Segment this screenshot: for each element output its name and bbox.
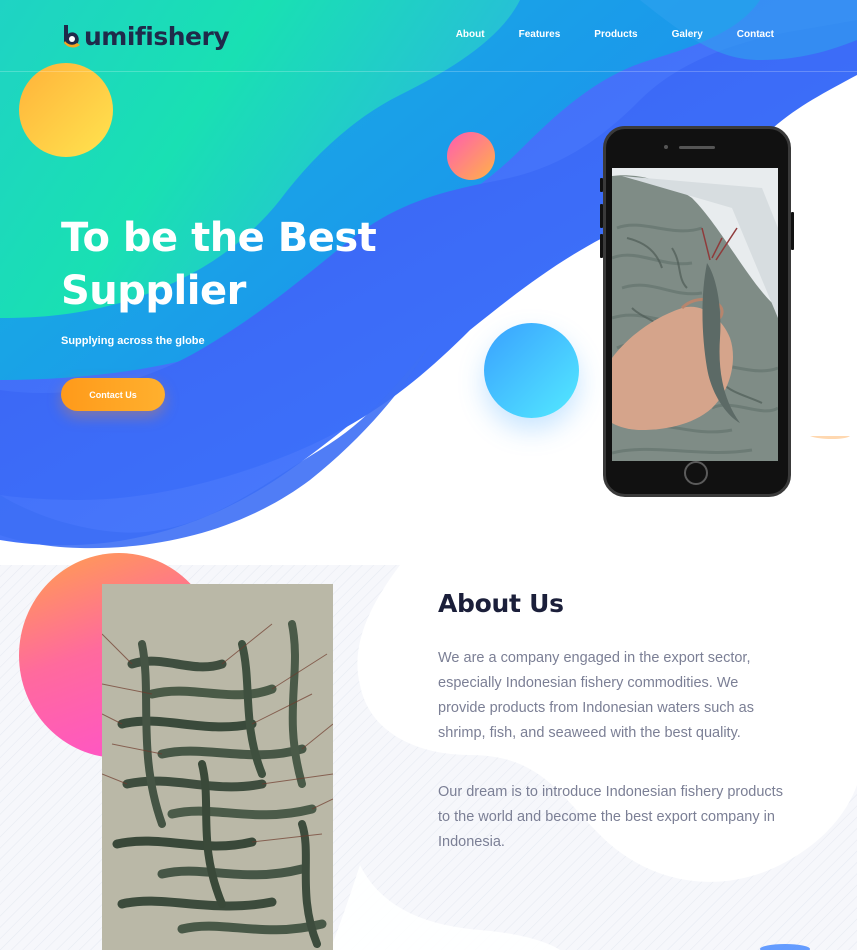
phone-home-button	[684, 461, 708, 485]
shrimp-in-hand-image	[612, 168, 778, 461]
nav-features[interactable]: Features	[519, 29, 561, 40]
decor-circle-yellow	[19, 63, 113, 157]
shrimp-pile-image	[102, 584, 333, 950]
brand-logo[interactable]: umifishery	[61, 18, 230, 54]
nav-about[interactable]: About	[456, 29, 485, 40]
hero-title: To be the Best Supplier	[61, 215, 377, 314]
phone-mockup	[600, 126, 794, 497]
nav-products[interactable]: Products	[594, 29, 637, 40]
about-title: About Us	[438, 589, 564, 618]
navbar: umifishery About Features Products Galer…	[0, 0, 857, 72]
decor-circle-pink	[447, 132, 495, 180]
brand-name: umifishery	[84, 21, 230, 51]
brand-mark-icon	[64, 25, 80, 48]
about-paragraph-1: We are a company engaged in the export s…	[438, 650, 754, 741]
decor-blob-bottom	[760, 944, 810, 950]
phone-screen-shrimp-photo	[612, 168, 778, 461]
contact-us-button[interactable]: Contact Us	[61, 378, 165, 411]
nav-contact[interactable]: Contact	[737, 29, 774, 40]
phone-power-button	[791, 212, 794, 250]
main-nav: About Features Products Galery Contact	[422, 29, 774, 40]
phone-camera	[664, 145, 668, 149]
about-paragraph-2: Our dream is to introduce Indonesian fis…	[438, 784, 783, 850]
nav-galery[interactable]: Galery	[672, 29, 703, 40]
about-shrimp-photo	[102, 584, 333, 950]
hero-subtitle: Supplying across the globe	[61, 335, 205, 347]
phone-speaker	[679, 146, 715, 149]
decor-circle-cyan	[484, 323, 579, 418]
